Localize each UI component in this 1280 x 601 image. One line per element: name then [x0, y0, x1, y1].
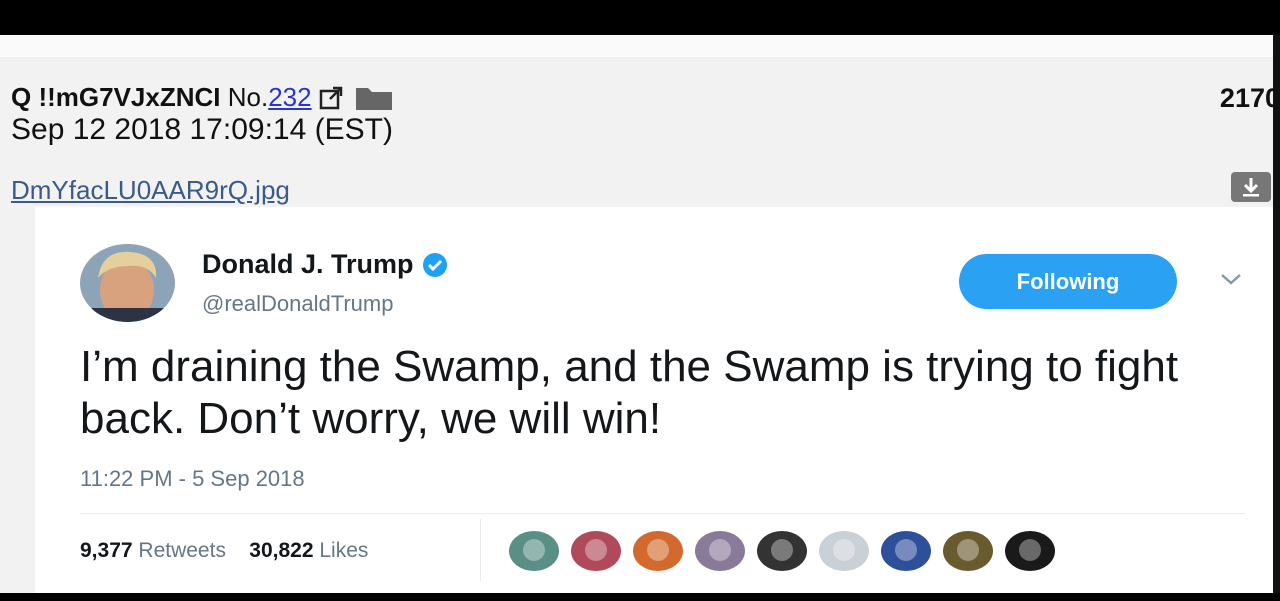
top-bar — [0, 35, 1280, 57]
post-count: 2170 — [1219, 83, 1280, 113]
liker-avatar[interactable] — [757, 531, 807, 571]
retweets-label[interactable]: Retweets — [138, 539, 226, 562]
avatar[interactable] — [80, 244, 175, 322]
likes-count[interactable]: 30,822 — [249, 539, 313, 562]
tweet-text: I’m draining the Swamp, and the Swamp is… — [80, 342, 1179, 443]
following-button[interactable]: Following — [959, 254, 1177, 309]
tweet-timestamp[interactable]: 11:22 PM - 5 Sep 2018 — [80, 466, 305, 492]
likes-label[interactable]: Likes — [319, 539, 368, 562]
liker-avatar[interactable] — [633, 531, 683, 571]
folder-icon[interactable] — [354, 84, 394, 112]
download-icon — [1243, 178, 1259, 197]
external-link-icon[interactable] — [318, 85, 344, 111]
liker-avatar[interactable] — [943, 531, 993, 571]
download-button[interactable] — [1231, 172, 1271, 202]
tweet-card: Donald J. Trump @realDonaldTrump Followi… — [35, 207, 1273, 593]
liker-avatar[interactable] — [819, 531, 869, 571]
user-handle[interactable]: @realDonaldTrump — [202, 291, 393, 317]
liker-avatar[interactable] — [881, 531, 931, 571]
name-row: Donald J. Trump — [202, 249, 448, 280]
post-date: Sep 12 2018 17:09:14 (EST) — [11, 113, 393, 146]
retweets-count[interactable]: 9,377 — [80, 539, 133, 562]
liker-avatars — [509, 531, 1067, 571]
post-number-link[interactable]: 232 — [268, 82, 311, 113]
display-name[interactable]: Donald J. Trump — [202, 249, 414, 280]
verified-badge-icon — [422, 252, 448, 278]
tweet-stats: 9,377 Retweets 30,822 Likes — [80, 539, 368, 563]
liker-avatar[interactable] — [509, 531, 559, 571]
post-header: Q !!mG7VJxZNCI No. 232 — [11, 82, 394, 113]
post-author: Q !!mG7VJxZNCI — [11, 82, 221, 112]
chevron-down-icon[interactable] — [1219, 271, 1243, 287]
divider — [80, 513, 1245, 514]
liker-avatar[interactable] — [571, 531, 621, 571]
liker-avatar[interactable] — [695, 531, 745, 571]
image-filename-link[interactable]: DmYfacLU0AAR9rQ.jpg — [11, 175, 290, 206]
liker-avatar[interactable] — [1005, 531, 1055, 571]
post-number-prefix: No. — [227, 82, 269, 112]
stats-separator — [480, 519, 481, 581]
right-edge — [1273, 35, 1280, 593]
screen: Q !!mG7VJxZNCI No. 232 Sep 12 2018 17:09… — [0, 35, 1280, 593]
